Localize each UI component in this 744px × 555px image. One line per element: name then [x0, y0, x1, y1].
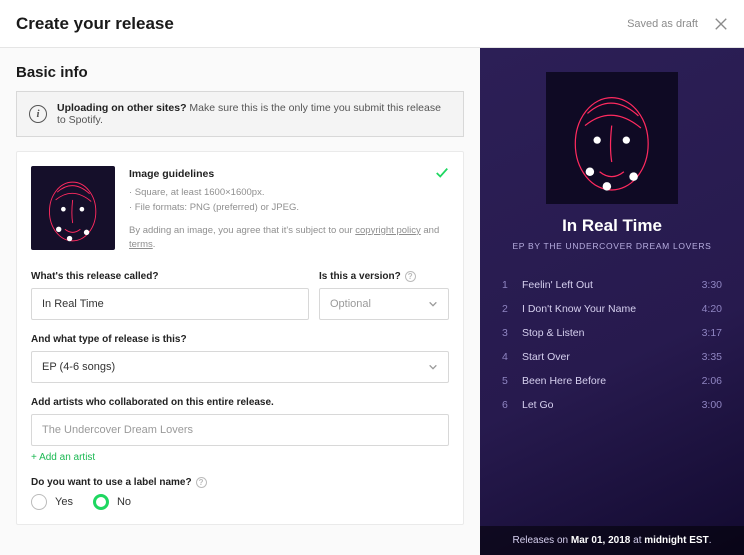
image-guidelines-title: Image guidelines	[129, 166, 449, 182]
copyright-policy-link[interactable]: copyright policy	[355, 225, 420, 236]
terms-link[interactable]: terms	[129, 239, 153, 250]
label-name-radio-yes[interactable]: Yes	[31, 494, 73, 510]
info-icon: i	[29, 105, 47, 123]
chevron-down-icon	[428, 299, 438, 309]
track-number: 1	[502, 279, 522, 291]
track-number: 2	[502, 303, 522, 315]
help-icon[interactable]: ?	[196, 477, 207, 488]
release-footer: Releases on Mar 01, 2018 at midnight EST…	[480, 526, 744, 555]
release-type-select[interactable]: EP (4-6 songs)	[31, 351, 449, 383]
is-version-label: Is this a version?	[319, 271, 401, 282]
track-name: Let Go	[522, 399, 702, 411]
track-name: I Don't Know Your Name	[522, 303, 702, 315]
track-name: Start Over	[522, 351, 702, 363]
track-row[interactable]: 2I Don't Know Your Name4:20	[502, 297, 722, 321]
page-title: Create your release	[16, 14, 174, 34]
track-row[interactable]: 3Stop & Listen3:17	[502, 321, 722, 345]
is-version-select[interactable]: Optional	[319, 288, 449, 320]
label-name-label: Do you want to use a label name?	[31, 477, 192, 488]
chevron-down-icon	[428, 362, 438, 372]
add-artist-link[interactable]: + Add an artist	[31, 452, 95, 463]
tracklist: 1Feelin' Left Out3:302I Don't Know Your …	[480, 265, 744, 526]
track-number: 6	[502, 399, 522, 411]
track-name: Been Here Before	[522, 375, 702, 387]
track-duration: 3:35	[702, 351, 722, 363]
check-icon	[435, 166, 449, 180]
image-guidelines-line1: · Square, at least 1600×1600px.	[129, 186, 449, 201]
track-number: 3	[502, 327, 522, 339]
track-row[interactable]: 5Been Here Before2:06	[502, 369, 722, 393]
track-duration: 2:06	[702, 375, 722, 387]
track-row[interactable]: 4Start Over3:35	[502, 345, 722, 369]
track-duration: 3:00	[702, 399, 722, 411]
track-duration: 3:17	[702, 327, 722, 339]
track-name: Stop & Listen	[522, 327, 702, 339]
release-type-label: And what type of release is this?	[31, 334, 449, 345]
track-number: 5	[502, 375, 522, 387]
radio-icon	[93, 494, 109, 510]
section-heading: Basic info	[16, 64, 464, 81]
track-row[interactable]: 6Let Go3:00	[502, 393, 722, 417]
release-name-input[interactable]: In Real Time	[31, 288, 309, 320]
preview-subline: EP BY THE UNDERCOVER DREAM LOVERS	[512, 241, 711, 251]
release-name-label: What's this release called?	[31, 271, 309, 282]
image-guidelines-agree: By adding an image, you agree that it's …	[129, 225, 355, 236]
label-name-radio-no[interactable]: No	[93, 494, 131, 510]
image-guidelines-line2: · File formats: PNG (preferred) or JPEG.	[129, 201, 449, 216]
preview-title: In Real Time	[562, 216, 662, 236]
track-number: 4	[502, 351, 522, 363]
radio-icon	[31, 494, 47, 510]
close-icon[interactable]	[714, 17, 728, 31]
track-duration: 4:20	[702, 303, 722, 315]
collaborators-label: Add artists who collaborated on this ent…	[31, 397, 449, 408]
help-icon[interactable]: ?	[405, 271, 416, 282]
cover-art-thumb[interactable]	[31, 166, 115, 250]
collaborators-input[interactable]: The Undercover Dream Lovers	[31, 414, 449, 446]
cover-art-preview	[546, 72, 678, 204]
alert-strong: Uploading on other sites?	[57, 102, 187, 114]
track-duration: 3:30	[702, 279, 722, 291]
track-name: Feelin' Left Out	[522, 279, 702, 291]
track-row[interactable]: 1Feelin' Left Out3:30	[502, 273, 722, 297]
saved-status: Saved as draft	[627, 18, 698, 30]
alert-banner: i Uploading on other sites? Make sure th…	[16, 91, 464, 137]
